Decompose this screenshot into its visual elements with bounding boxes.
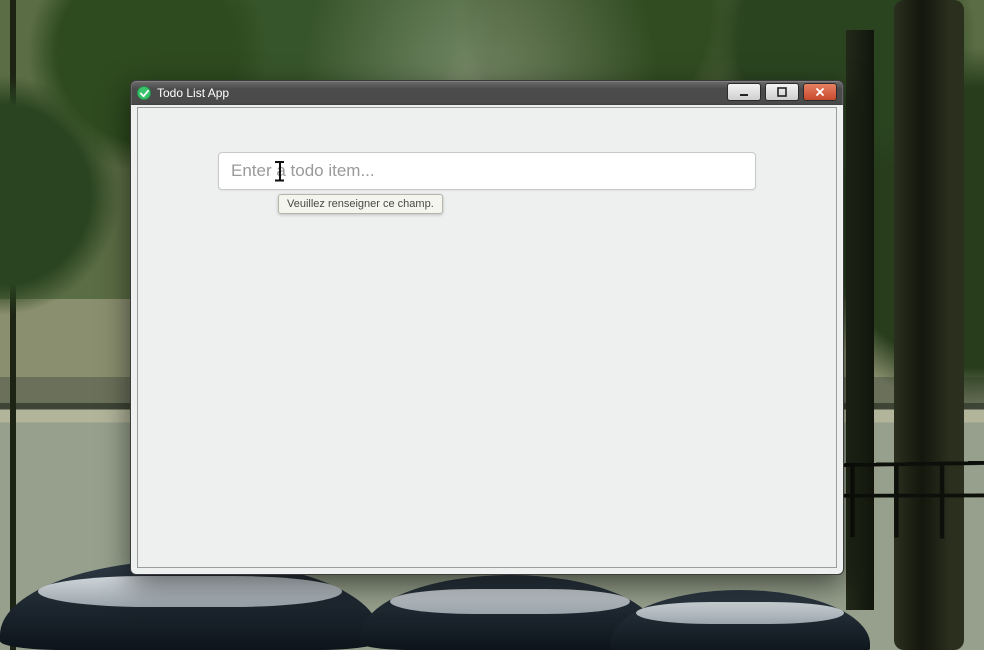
tree-trunk <box>894 0 964 650</box>
minimize-button[interactable] <box>727 83 761 101</box>
close-button[interactable] <box>803 83 837 101</box>
todo-input[interactable] <box>218 152 756 190</box>
client-area: Veuillez renseigner ce champ. <box>137 107 837 568</box>
titlebar[interactable]: Todo List App <box>131 81 843 105</box>
desktop-wallpaper: Todo List App Veuillez renseigner ce cha… <box>0 0 984 650</box>
window-controls <box>727 83 837 101</box>
validation-tooltip: Veuillez renseigner ce champ. <box>278 194 443 214</box>
window-title: Todo List App <box>157 86 229 100</box>
maximize-button[interactable] <box>765 83 799 101</box>
app-window: Todo List App Veuillez renseigner ce cha… <box>130 80 844 575</box>
boat <box>610 590 870 650</box>
check-icon <box>137 86 151 100</box>
